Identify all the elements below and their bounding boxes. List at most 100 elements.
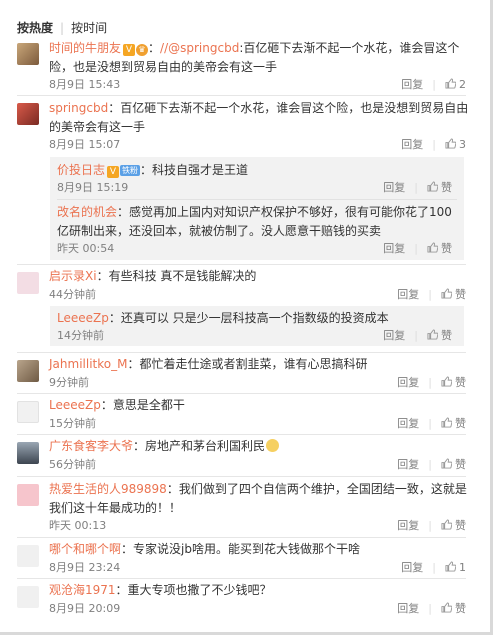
avatar[interactable] bbox=[17, 484, 39, 506]
comment-username[interactable]: 启示录Xi bbox=[49, 269, 97, 283]
comment-username[interactable]: Jahmillitko_M bbox=[49, 357, 127, 371]
reply-button[interactable]: 回复 bbox=[397, 286, 419, 302]
sort-by-hot[interactable]: 按热度 bbox=[17, 21, 53, 35]
like-button[interactable]: 赞 bbox=[441, 600, 466, 616]
thumbs-up-icon bbox=[445, 77, 456, 89]
like-count: 2 bbox=[459, 77, 466, 91]
comment-text: 时间的牛朋友 V ♛ ：//@springcbd:百亿砸下去渐不起一个水花，谁会冒这个… bbox=[49, 41, 460, 74]
thumbs-up-icon bbox=[441, 417, 452, 428]
avatar[interactable] bbox=[17, 401, 39, 423]
like-button[interactable]: 赞 bbox=[441, 374, 466, 390]
sort-bar: 按热度 | 按时间 bbox=[17, 19, 107, 36]
comment-actions: 回复 | 赞 bbox=[397, 600, 466, 616]
comment-actions: 回复 | 1 bbox=[401, 559, 466, 575]
reply-username[interactable]: 改名的机会 bbox=[57, 205, 117, 219]
member-badge-icon: V bbox=[107, 166, 120, 178]
avatar[interactable] bbox=[17, 545, 39, 567]
like-button[interactable]: 赞 bbox=[427, 327, 452, 343]
avatar[interactable] bbox=[17, 103, 39, 125]
comment-body: ：重大专项也撒了不少钱吧？ bbox=[115, 583, 272, 597]
reply-time: 8月9日 15:19 bbox=[57, 181, 129, 194]
thumbs-up-icon bbox=[427, 181, 438, 192]
divider bbox=[17, 264, 466, 265]
comment-body: ：有些科技 真不是钱能解决的 bbox=[96, 269, 257, 283]
comment-actions: 回复 | 赞 bbox=[397, 517, 466, 533]
comment-time: 昨天 00:13 bbox=[49, 519, 107, 532]
comment-username[interactable]: 热爱生活的人989898 bbox=[49, 482, 167, 496]
reply-button[interactable]: 回复 bbox=[397, 517, 419, 533]
like-button[interactable]: 1 bbox=[445, 561, 466, 574]
comment-username[interactable]: 广东食客李大爷 bbox=[49, 439, 133, 453]
comment-time: 44分钟前 bbox=[49, 288, 96, 301]
comment-actions: 回复 | 赞 bbox=[397, 456, 466, 472]
reply-button[interactable]: 回复 bbox=[397, 456, 419, 472]
like-button[interactable]: 赞 bbox=[441, 456, 466, 472]
thumbs-up-icon bbox=[441, 602, 452, 613]
thumbs-up-icon bbox=[441, 288, 452, 299]
comment-time: 15分钟前 bbox=[49, 417, 96, 430]
like-button[interactable]: 赞 bbox=[441, 415, 466, 431]
comment-body: ：房地产和茅台利国利民 bbox=[133, 439, 266, 453]
thumbs-up-icon bbox=[427, 329, 438, 340]
like-button[interactable]: 赞 bbox=[441, 517, 466, 533]
comment-username[interactable]: 观沧海1971 bbox=[49, 583, 116, 597]
comment-body-line2: 我们这十年最成功的！！ bbox=[49, 501, 182, 515]
like-count: 3 bbox=[459, 137, 466, 151]
comment-username[interactable]: LeeeeZp bbox=[49, 398, 101, 412]
reply-body-line2: 亿研制出来，还没回本，就被仿制了。没人愿意干赔钱的买卖 bbox=[57, 224, 382, 238]
like-button[interactable]: 赞 bbox=[427, 179, 452, 195]
reply-text: 价投日志 V 铁粉 ：科技自强才是王道 bbox=[57, 161, 458, 180]
reply-button[interactable]: 回复 bbox=[383, 179, 405, 195]
reply-time: 昨天 00:54 bbox=[57, 242, 115, 255]
comment-actions: 回复 | 3 bbox=[401, 136, 466, 152]
like-button[interactable]: 赞 bbox=[427, 240, 452, 256]
reply-button[interactable]: 回复 bbox=[401, 136, 423, 152]
avatar[interactable] bbox=[17, 272, 39, 294]
reply-button[interactable]: 回复 bbox=[397, 600, 419, 616]
avatar[interactable] bbox=[17, 586, 39, 608]
reply-button[interactable]: 回复 bbox=[401, 76, 423, 92]
divider bbox=[57, 199, 457, 200]
like-button[interactable]: 2 bbox=[445, 78, 466, 91]
like-button[interactable]: 赞 bbox=[441, 286, 466, 302]
reply-actions: 回复 | 赞 bbox=[383, 240, 452, 256]
comment-body: ：我们做到了四个自信两个维护，全国团结一致，这就是 bbox=[166, 482, 467, 496]
comment-time: 56分钟前 bbox=[49, 458, 96, 471]
comment-username[interactable]: 哪个和哪个啊 bbox=[49, 542, 121, 556]
comment-text: 启示录Xi：有些科技 真不是钱能解决的 bbox=[49, 267, 493, 286]
divider bbox=[17, 393, 466, 394]
mention-link[interactable]: //@springcbd bbox=[160, 41, 239, 55]
thumbs-up-icon bbox=[427, 242, 438, 253]
comment-text: 广东食客李大爷：房地产和茅台利国利民 bbox=[49, 437, 493, 456]
comment-text: Jahmillitko_M：都忙着走仕途或者割韭菜，谁有心思搞科研 bbox=[49, 355, 493, 374]
reply-text: LeeeeZp：还真可以 只是少一层科技高一个指数级的投资成本 bbox=[57, 309, 458, 328]
comment-username[interactable]: 时间的牛朋友 bbox=[49, 41, 121, 55]
reply-button[interactable]: 回复 bbox=[383, 240, 405, 256]
thumbs-up-icon bbox=[441, 376, 452, 387]
reply-body: ：感觉再加上国内对知识产权保护不够好，很有可能你花了100 bbox=[117, 205, 452, 219]
reply-button[interactable]: 回复 bbox=[397, 415, 419, 431]
divider bbox=[17, 434, 466, 435]
reply-button[interactable]: 回复 bbox=[401, 559, 423, 575]
reply-username[interactable]: LeeeeZp bbox=[57, 311, 109, 325]
avatar[interactable] bbox=[17, 360, 39, 382]
sort-by-time[interactable]: 按时间 bbox=[71, 21, 107, 35]
reply-button[interactable]: 回复 bbox=[383, 327, 405, 343]
reply-actions: 回复 | 赞 bbox=[383, 327, 452, 343]
like-button[interactable]: 3 bbox=[445, 138, 466, 151]
reply-button[interactable]: 回复 bbox=[397, 374, 419, 390]
comment-actions: 回复 | 赞 bbox=[397, 415, 466, 431]
reply-username[interactable]: 价投日志 bbox=[57, 163, 105, 177]
comment-actions: 回复 | 赞 bbox=[397, 286, 466, 302]
avatar[interactable] bbox=[17, 43, 39, 65]
reply-body: ：还真可以 只是少一层科技高一个指数级的投资成本 bbox=[108, 311, 389, 325]
comment-time: 8月9日 15:43 bbox=[49, 78, 121, 91]
reply-thread: 价投日志 V 铁粉 ：科技自强才是王道 8月9日 15:19 回复 | 赞 改名的机会：… bbox=[50, 157, 464, 260]
like-count: 1 bbox=[459, 560, 466, 574]
avatar[interactable] bbox=[17, 442, 39, 464]
reply-time: 14分钟前 bbox=[57, 329, 104, 342]
comment-username[interactable]: springcbd bbox=[49, 101, 108, 115]
reply-thread: LeeeeZp：还真可以 只是少一层科技高一个指数级的投资成本 14分钟前 回复… bbox=[50, 306, 464, 346]
divider bbox=[17, 352, 466, 353]
fan-badge: 铁粉 bbox=[120, 165, 141, 176]
